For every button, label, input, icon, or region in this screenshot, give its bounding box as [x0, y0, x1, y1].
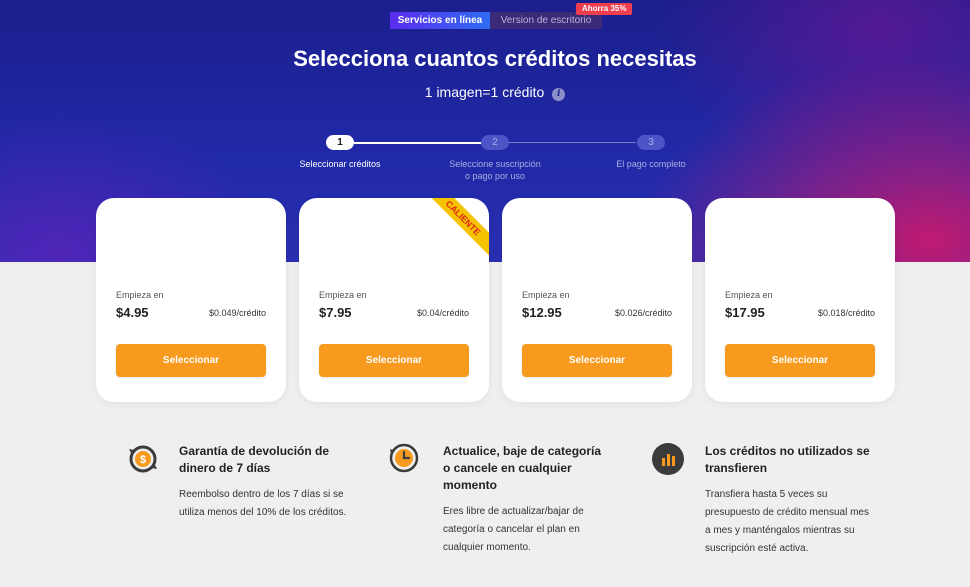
- plan-price: $4.95: [116, 305, 149, 320]
- feature-title: Los créditos no utilizados se transfiere…: [705, 443, 870, 477]
- page-subtitle: 1 imagen=1 crédito i: [0, 84, 970, 101]
- stepper-line: [508, 142, 636, 143]
- feature-text-line: cualquier momento.: [443, 542, 531, 553]
- step-2-label-line2: o pago por uso: [464, 171, 526, 181]
- plan-credits: 500: [522, 223, 558, 246]
- select-plan-button[interactable]: Seleccionar: [522, 344, 672, 377]
- select-plan-button[interactable]: Seleccionar: [319, 344, 469, 377]
- plan-credits-unit: créditos: [163, 233, 202, 245]
- service-toggle: Servicios en línea Version de escritorio: [390, 12, 602, 29]
- clock-icon: [388, 442, 420, 474]
- plan-credits: 100: [116, 223, 152, 246]
- plan-card-500: 500 créditos Empieza en $12.95 $0.026/cr…: [502, 198, 692, 402]
- plan-price: $7.95: [319, 305, 352, 320]
- bar-chart-icon: [652, 443, 684, 475]
- plan-from-label: Empieza en: [522, 290, 570, 300]
- feature-text-line: utiliza menos del 10% de los créditos.: [179, 507, 347, 518]
- plan-price: $17.95: [725, 305, 765, 320]
- info-icon[interactable]: i: [552, 88, 566, 101]
- select-plan-button[interactable]: Seleccionar: [725, 344, 875, 377]
- plan-credits-unit: créditos: [787, 233, 826, 245]
- step-3-label: El pago completo: [616, 159, 686, 169]
- plan-price-per-credit: $0.026/crédito: [614, 308, 672, 318]
- plan-credits-unit: créditos: [367, 233, 406, 245]
- feature-text-line: presupuesto de crédito mensual mes: [705, 507, 869, 518]
- plan-card-header: 100 créditos: [96, 198, 286, 262]
- select-plan-button[interactable]: Seleccionar: [116, 344, 266, 377]
- money-back-icon: $: [127, 443, 159, 475]
- plan-card-header: 1000 créditos: [705, 198, 895, 262]
- feature-title-line: momento: [443, 478, 497, 492]
- feature-text-line: suscripción esté activa.: [705, 543, 809, 554]
- feature-text-line: Eres libre de actualizar/bajar de: [443, 506, 584, 517]
- feature-title-line: Garantía de devolución de: [179, 444, 330, 458]
- plan-price-per-credit: $0.04/crédito: [416, 308, 469, 318]
- feature-text: Transfiera hasta 5 veces su presupuesto …: [705, 486, 869, 558]
- plan-price-per-credit: $0.049/crédito: [208, 308, 266, 318]
- page-title: Selecciona cuantos créditos necesitas: [293, 46, 697, 71]
- subtitle-text: 1 imagen=1 crédito: [424, 84, 545, 100]
- feature-text-line: Transfiera hasta 5 veces su: [705, 489, 828, 500]
- plan-card-1000: 1000 créditos Empieza en $17.95 $0.018/c…: [705, 198, 895, 402]
- step-1-indicator: 1: [326, 135, 354, 150]
- step-1-label: Seleccionar créditos: [299, 159, 381, 169]
- plan-card-100: 100 créditos Empieza en $4.95 $0.049/cré…: [96, 198, 286, 402]
- plan-card-200: 200 créditos CALIENTE Empieza en $7.95 $…: [299, 198, 489, 402]
- plan-from-label: Empieza en: [116, 290, 164, 300]
- plan-credits-unit: créditos: [570, 233, 609, 245]
- feature-title-line: transfieren: [705, 461, 768, 475]
- feature-text-line: categoría o cancelar el plan en: [443, 524, 580, 535]
- feature-title-line: o cancele en cualquier: [443, 461, 572, 475]
- svg-text:$: $: [140, 454, 146, 466]
- plan-credits: 200: [319, 223, 355, 246]
- step-2-label: Seleccione suscripción o pago por uso: [430, 158, 560, 182]
- feature-text: Reembolso dentro de los 7 días si se uti…: [179, 486, 346, 522]
- plan-from-label: Empieza en: [725, 290, 773, 300]
- feature-title-line: Actualice, baje de categoría: [443, 444, 602, 458]
- plan-card-header: 500 créditos: [502, 198, 692, 262]
- plan-price-per-credit: $0.018/crédito: [817, 308, 875, 318]
- feature-title-line: Los créditos no utilizados se: [705, 444, 870, 458]
- feature-text: Eres libre de actualizar/bajar de catego…: [443, 503, 584, 557]
- stepper-progress-line: [352, 142, 482, 144]
- discount-badge: Ahorra 35%: [576, 3, 633, 15]
- step-2-label-line1: Seleccione suscripción: [449, 159, 541, 169]
- tab-online-services[interactable]: Servicios en línea: [390, 12, 490, 29]
- feature-text-line: Reembolso dentro de los 7 días si se: [179, 489, 344, 500]
- step-2-indicator: 2: [481, 135, 509, 150]
- plan-price: $12.95: [522, 305, 562, 320]
- feature-title: Garantía de devolución de dinero de 7 dí…: [179, 443, 329, 477]
- step-3-indicator: 3: [637, 135, 665, 150]
- feature-title: Actualice, baje de categoría o cancele e…: [443, 443, 601, 494]
- plan-credits: 1000: [725, 223, 772, 246]
- feature-title-line: dinero de 7 días: [179, 461, 271, 475]
- plan-from-label: Empieza en: [319, 290, 367, 300]
- feature-text-line: a mes y manténgalos mientras su: [705, 525, 855, 536]
